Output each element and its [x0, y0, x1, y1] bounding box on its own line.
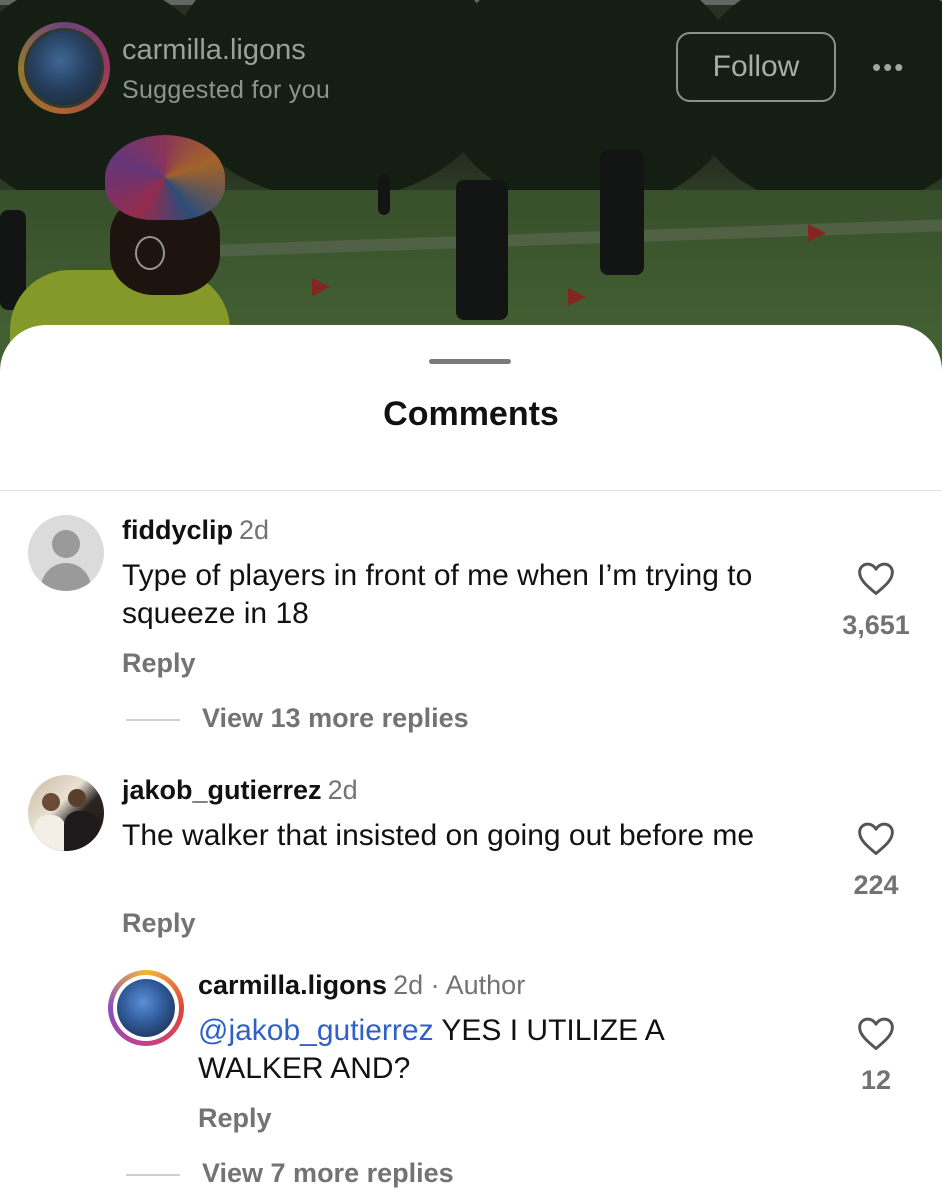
like-control[interactable]: 12 [836, 1015, 916, 1096]
post-header: carmilla.ligons Suggested for you Follow… [0, 0, 942, 130]
heart-icon[interactable] [856, 1015, 896, 1051]
author-badge: Author [445, 970, 526, 1000]
poster-username[interactable]: carmilla.ligons [122, 34, 306, 67]
reply-header: carmilla.ligons 2d · Author [198, 970, 525, 1001]
separator-dot: · [423, 970, 446, 1000]
like-count: 12 [860, 1065, 892, 1095]
author-avatar[interactable] [108, 970, 184, 1046]
view-replies-link[interactable]: View 7 more replies [126, 1158, 454, 1189]
thread-line [126, 1173, 180, 1176]
reply-text: @jakob_gutierrez YES I UTILIZE A WALKER … [198, 1012, 758, 1088]
poster-avatar[interactable] [18, 22, 110, 114]
comments-sheet: Comments fiddyclip 2d Type of players in … [0, 325, 942, 1200]
view-replies-label[interactable]: View 7 more replies [202, 1158, 454, 1188]
suggested-label: Suggested for you [122, 76, 331, 104]
reply-time: 2d [393, 970, 424, 1000]
mention-link[interactable]: @jakob_gutierrez [198, 1014, 434, 1047]
follow-button[interactable]: Follow [676, 32, 836, 102]
reply-item: carmilla.ligons 2d · Author @jakob_gutier… [0, 325, 942, 1200]
reply-username[interactable]: carmilla.ligons [198, 970, 387, 1000]
reply-button[interactable]: Reply [198, 1103, 272, 1134]
more-options-icon[interactable]: ••• [872, 52, 912, 82]
